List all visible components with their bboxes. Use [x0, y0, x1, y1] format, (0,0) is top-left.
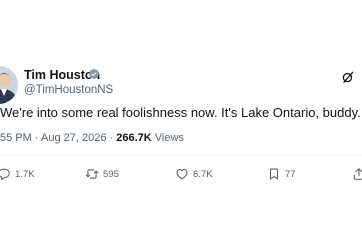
- tweet-time[interactable]: 55 PM: [0, 132, 32, 144]
- like-button[interactable]: 6.7K: [175, 166, 213, 182]
- meta-separator: ·: [34, 132, 39, 144]
- reply-icon: [0, 168, 10, 181]
- verified-badge-icon: [88, 68, 100, 80]
- heart-icon: [176, 168, 188, 180]
- tweet-meta: 55 PM · Aug 27, 2026 · 266.7K Views: [0, 132, 184, 144]
- avatar-photo: [0, 66, 18, 104]
- meta-separator: ·: [109, 132, 114, 144]
- repost-count: 595: [103, 168, 119, 180]
- repost-button[interactable]: 595: [85, 166, 119, 182]
- bookmark-icon: [269, 168, 279, 180]
- grok-icon[interactable]: [341, 70, 355, 84]
- avatar[interactable]: [0, 66, 18, 104]
- author-handle[interactable]: @TimHoustonNS: [24, 84, 113, 96]
- views-label: Views: [154, 132, 184, 144]
- bookmark-button[interactable]: 77: [267, 166, 296, 182]
- views-count: 266.7K: [116, 132, 152, 144]
- tweet-text: We're into some real foolishness now. It…: [0, 105, 361, 120]
- share-button[interactable]: [352, 166, 362, 182]
- tweet-card: Tim Houston @TimHoustonNS We're into som…: [0, 0, 362, 242]
- bookmark-count: 77: [285, 168, 296, 180]
- repost-icon: [85, 169, 99, 179]
- share-icon: [353, 168, 362, 180]
- like-count: 6.7K: [193, 168, 213, 180]
- tweet-date[interactable]: Aug 27, 2026: [41, 132, 106, 144]
- reply-count: 1.7K: [15, 168, 35, 180]
- reply-button[interactable]: 1.7K: [0, 166, 35, 182]
- divider: [0, 155, 362, 156]
